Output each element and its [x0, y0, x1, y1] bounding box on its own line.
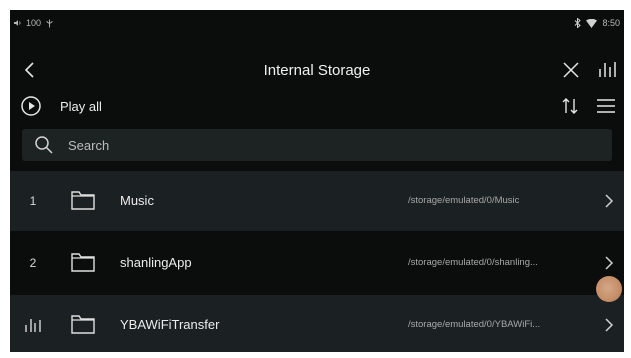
- row-index: 2: [29, 256, 37, 270]
- title-bar: Internal Storage: [10, 52, 624, 90]
- wifi-icon: [586, 18, 598, 28]
- folder-path: /storage/emulated/0/shanling...: [408, 257, 538, 268]
- folder-icon: [70, 251, 96, 273]
- folder-row[interactable]: YBAWiFiTransfer /storage/emulated/0/YBAW…: [10, 295, 624, 352]
- play-all-bar: Play all: [10, 90, 624, 122]
- file-browser-screen: 100 8:50 Internal Storage Play all Searc…: [10, 10, 624, 352]
- folder-name: shanlingApp: [120, 255, 192, 270]
- search-input[interactable]: Search: [22, 129, 612, 161]
- folder-name: Music: [120, 193, 154, 208]
- close-icon[interactable]: [560, 59, 582, 81]
- row-index: 1: [29, 194, 37, 208]
- volume-icon: [14, 19, 22, 27]
- folder-row[interactable]: 2 shanlingApp /storage/emulated/0/shanli…: [10, 233, 624, 293]
- list-view-icon[interactable]: [594, 95, 618, 117]
- folder-path: /storage/emulated/0/YBAWiFi...: [408, 319, 541, 330]
- folder-icon: [70, 313, 96, 335]
- chevron-right-icon[interactable]: [600, 315, 618, 335]
- equalizer-icon[interactable]: [596, 59, 618, 81]
- folder-icon: [70, 189, 96, 211]
- page-title: Internal Storage: [263, 62, 371, 79]
- bluetooth-icon: [574, 18, 582, 28]
- folder-path: /storage/emulated/0/Music: [408, 195, 520, 206]
- search-placeholder: Search: [68, 138, 110, 153]
- volume-level: 100: [26, 18, 42, 28]
- touch-indicator: [596, 276, 622, 302]
- play-all-button[interactable]: Play all: [60, 99, 102, 114]
- chevron-right-icon[interactable]: [600, 191, 618, 211]
- folder-row[interactable]: 1 Music /storage/emulated/0/Music: [10, 171, 624, 231]
- now-playing-icon: [23, 315, 43, 335]
- usb-icon: [45, 19, 54, 28]
- sort-icon[interactable]: [560, 95, 580, 117]
- chevron-right-icon[interactable]: [600, 253, 618, 273]
- status-bar: 100 8:50: [10, 10, 624, 36]
- folder-name: YBAWiFiTransfer: [120, 317, 220, 332]
- clock: 8:50: [602, 18, 620, 28]
- search-icon: [34, 135, 54, 155]
- play-circle-icon[interactable]: [20, 95, 42, 117]
